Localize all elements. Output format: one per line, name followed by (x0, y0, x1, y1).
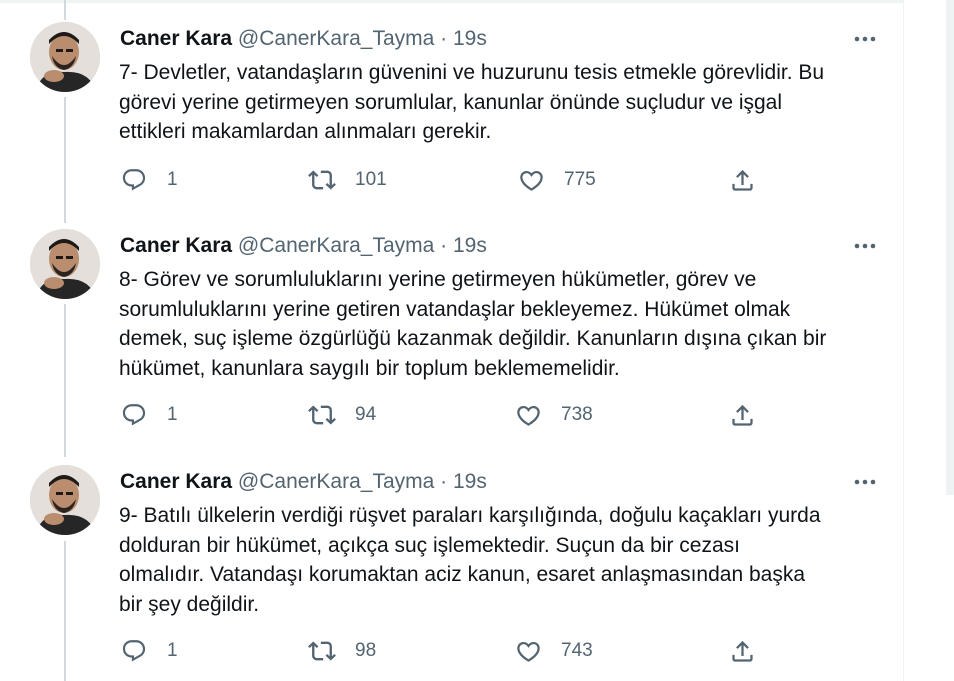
more-icon (854, 36, 876, 42)
tweet[interactable]: Caner Kara @CanerKara_Tayma · 19s 8- Gör… (0, 229, 904, 451)
retweet-count: 94 (355, 404, 377, 425)
timestamp[interactable]: 19s (453, 234, 487, 257)
tweet-text: 9- Batılı ülkelerin verdiği rüşvet paral… (119, 504, 821, 616)
separator-dot: · (440, 470, 448, 493)
reply-button[interactable]: 1 (120, 165, 178, 195)
like-button[interactable]: 738 (514, 400, 593, 430)
more-button[interactable] (852, 233, 878, 259)
tweet-header: Caner Kara @CanerKara_Tayma · 19s (120, 469, 487, 495)
reply-count: 1 (167, 169, 178, 190)
reply-button[interactable]: 1 (120, 636, 178, 666)
share-icon (731, 640, 753, 662)
retweet-icon (308, 170, 336, 190)
avatar[interactable] (30, 465, 100, 535)
tweet-actions: 1 101 775 (120, 165, 880, 195)
tweet-text: 7- Devletler, vatandaşların güvenini ve … (119, 61, 825, 143)
like-count: 743 (561, 640, 593, 661)
tweet-actions: 1 94 738 (120, 400, 880, 430)
tweet-feed: Caner Kara @CanerKara_Tayma · 19s 7- Dev… (0, 0, 904, 681)
like-count: 738 (561, 404, 593, 425)
retweet-count: 98 (355, 640, 377, 661)
separator-dot: · (440, 27, 448, 50)
timestamp[interactable]: 19s (453, 27, 487, 50)
tweet[interactable]: Caner Kara @CanerKara_Tayma · 19s 7- Dev… (0, 22, 904, 222)
reply-icon (122, 404, 146, 426)
author-handle[interactable]: @CanerKara_Tayma (238, 27, 434, 50)
tweet[interactable]: Caner Kara @CanerKara_Tayma · 19s 9- Bat… (0, 465, 904, 681)
thread-line (64, 0, 66, 20)
separator-dot: · (440, 234, 448, 257)
share-icon (731, 169, 753, 191)
retweet-button[interactable]: 94 (308, 400, 376, 430)
reply-count: 1 (167, 404, 178, 425)
share-button[interactable] (728, 636, 756, 666)
retweet-button[interactable]: 101 (308, 165, 387, 195)
reply-button[interactable]: 1 (120, 400, 178, 430)
retweet-button[interactable]: 98 (308, 636, 376, 666)
author-handle[interactable]: @CanerKara_Tayma (238, 470, 434, 493)
tweet-actions: 1 98 743 (120, 636, 880, 666)
more-button[interactable] (852, 26, 878, 52)
like-button[interactable]: 743 (514, 636, 593, 666)
like-count: 775 (564, 169, 596, 190)
author-name[interactable]: Caner Kara (120, 234, 232, 257)
heart-icon (516, 405, 540, 426)
tweet-header: Caner Kara @CanerKara_Tayma · 19s (120, 26, 487, 52)
scrollbar-track[interactable] (946, 0, 954, 495)
avatar[interactable] (30, 229, 100, 299)
heart-icon (519, 170, 543, 191)
author-name[interactable]: Caner Kara (120, 27, 232, 50)
author-handle[interactable]: @CanerKara_Tayma (238, 234, 434, 257)
more-icon (854, 479, 876, 485)
share-icon (731, 404, 753, 426)
like-button[interactable]: 775 (517, 165, 596, 195)
share-button[interactable] (728, 165, 756, 195)
tweet-text: 8- Görev ve sorumluluklarını yerine geti… (119, 268, 827, 380)
retweet-icon (308, 405, 336, 425)
reply-icon (122, 640, 146, 662)
more-icon (854, 243, 876, 249)
reply-icon (122, 169, 146, 191)
tweet-header: Caner Kara @CanerKara_Tayma · 19s (120, 233, 487, 259)
avatar[interactable] (30, 22, 100, 92)
retweet-icon (308, 641, 336, 661)
heart-icon (516, 641, 540, 662)
reply-count: 1 (167, 640, 178, 661)
more-button[interactable] (852, 469, 878, 495)
retweet-count: 101 (355, 169, 387, 190)
timestamp[interactable]: 19s (453, 470, 487, 493)
author-name[interactable]: Caner Kara (120, 470, 232, 493)
share-button[interactable] (728, 400, 756, 430)
